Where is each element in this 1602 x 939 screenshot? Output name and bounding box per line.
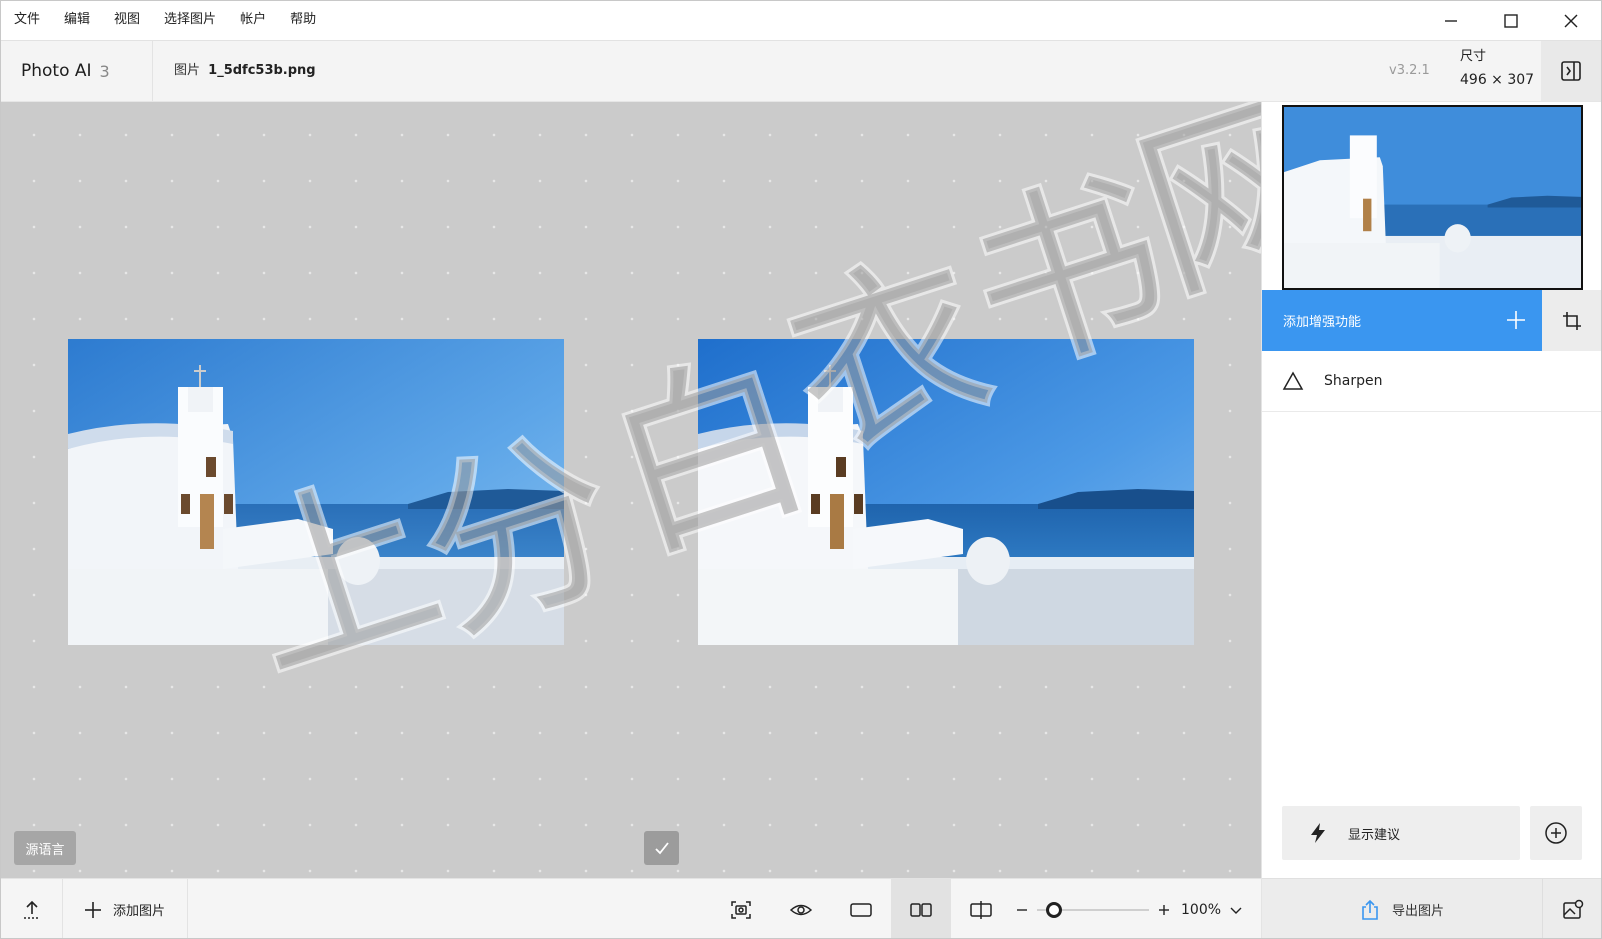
- app-name: Photo AI: [21, 61, 92, 81]
- show-suggestions-button[interactable]: 显示建议: [1282, 806, 1520, 860]
- plus-icon: [1507, 311, 1525, 329]
- zoom-control: 100%: [1015, 879, 1261, 938]
- version-label: v3.2.1: [1389, 63, 1430, 78]
- split-view-icon: [970, 900, 992, 919]
- toggle-panel-button[interactable]: [1541, 41, 1601, 101]
- dimension-info: 尺寸 496 × 307: [1460, 47, 1534, 93]
- single-view-button[interactable]: [831, 879, 891, 938]
- batch-export-button[interactable]: [1542, 879, 1601, 938]
- show-suggestions-label: 显示建议: [1348, 827, 1401, 843]
- navigator-thumbnail[interactable]: [1282, 105, 1583, 290]
- enhancement-item-sharpen[interactable]: Sharpen: [1262, 351, 1601, 412]
- menu-view[interactable]: 视图: [102, 1, 152, 41]
- minimize-icon: [1445, 20, 1457, 22]
- add-image-label: 添加图片: [113, 904, 166, 919]
- crop-icon: [1563, 311, 1581, 330]
- zoom-in-icon[interactable]: [1157, 903, 1171, 917]
- close-icon: [1564, 14, 1578, 28]
- menu-help[interactable]: 帮助: [278, 1, 328, 41]
- source-language-button[interactable]: 源语言: [14, 831, 76, 865]
- menu-file[interactable]: 文件: [1, 1, 52, 41]
- menubar: 文件 编辑 视图 选择图片 帐户 帮助: [1, 1, 1601, 41]
- zoom-value: 100%: [1181, 901, 1222, 918]
- export-image-label: 导出图片: [1391, 904, 1444, 919]
- screenshot-view-button[interactable]: [711, 879, 771, 938]
- preview-canvas[interactable]: 上 分 白 衣 书 网 源语言: [1, 102, 1336, 878]
- maximize-button[interactable]: [1481, 1, 1541, 41]
- menu-account[interactable]: 帐户: [228, 1, 278, 41]
- eye-icon: [789, 904, 813, 915]
- triangle-icon: [1282, 371, 1304, 390]
- add-enhancement-label: 添加增强功能: [1283, 315, 1362, 330]
- enhancement-name: Sharpen: [1324, 373, 1383, 389]
- file-name: 1_5dfc53b.png: [208, 63, 316, 78]
- export-icon: [1362, 899, 1378, 920]
- upload-button[interactable]: [1, 879, 63, 938]
- zoom-slider-handle[interactable]: [1046, 901, 1063, 918]
- original-image: [68, 339, 564, 645]
- export-image-button[interactable]: 导出图片: [1262, 879, 1542, 938]
- panel-collapse-icon: [1561, 61, 1581, 81]
- lightning-icon: [1311, 823, 1325, 843]
- preview-toggle-button[interactable]: [771, 879, 831, 938]
- side-by-side-icon: [910, 902, 932, 917]
- plus-icon: [85, 901, 101, 918]
- image-count: 3: [99, 61, 110, 81]
- single-view-icon: [850, 902, 872, 917]
- dimension-title: 尺寸: [1460, 49, 1487, 64]
- plus-circle-icon: [1545, 822, 1567, 844]
- crop-button[interactable]: [1542, 290, 1601, 351]
- image-settings-icon: [1562, 899, 1583, 919]
- header: Photo AI 3 图片 1_5dfc53b.png v3.2.1 尺寸 49…: [1, 41, 1601, 102]
- chevron-down-icon[interactable]: [1229, 903, 1243, 917]
- confirm-button[interactable]: [644, 831, 679, 865]
- right-panel: 添加增强功能 Sharpen 显示建议 导出图片: [1261, 102, 1601, 938]
- minimize-button[interactable]: [1421, 1, 1481, 41]
- file-title: 图片 1_5dfc53b.png: [174, 41, 316, 101]
- enhanced-image: [698, 339, 1194, 645]
- close-button[interactable]: [1541, 1, 1601, 41]
- zoom-slider[interactable]: [1037, 901, 1149, 918]
- export-bar: 导出图片: [1262, 878, 1601, 938]
- add-enhancement-button[interactable]: 添加增强功能: [1262, 290, 1542, 351]
- zoom-out-icon[interactable]: [1015, 903, 1029, 917]
- menu-edit[interactable]: 编辑: [52, 1, 102, 41]
- check-icon: [654, 842, 669, 855]
- camera-frame-icon: [731, 900, 751, 919]
- menu-select-image[interactable]: 选择图片: [152, 1, 228, 41]
- add-image-button[interactable]: 添加图片: [63, 879, 188, 938]
- file-label: 图片: [174, 63, 201, 78]
- add-suggestion-button[interactable]: [1530, 806, 1582, 860]
- split-view-button[interactable]: [951, 879, 1011, 938]
- bottom-toolbar: 添加图片 100%: [1, 878, 1261, 938]
- dimension-value: 496 × 307: [1460, 72, 1535, 88]
- window-controls: [1421, 1, 1601, 41]
- enhancement-toolbar: 添加增强功能: [1262, 290, 1601, 351]
- app-window: 文件 编辑 视图 选择图片 帐户 帮助 Photo AI 3 图片 1_5dfc…: [0, 0, 1602, 939]
- maximize-icon: [1504, 14, 1518, 28]
- upload-icon: [23, 900, 40, 919]
- side-by-side-view-button[interactable]: [891, 879, 951, 938]
- app-brand: Photo AI 3: [1, 41, 153, 101]
